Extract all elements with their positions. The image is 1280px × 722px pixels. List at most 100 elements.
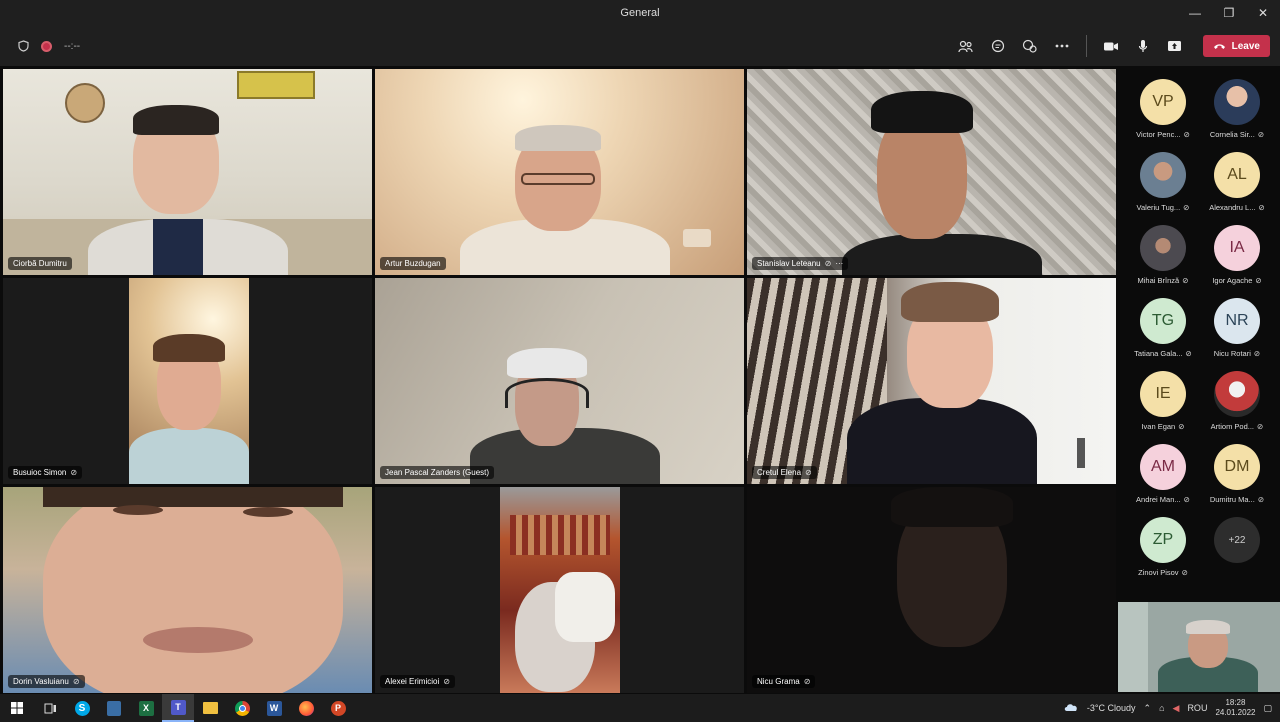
task-view-icon[interactable] [34, 694, 66, 722]
notifications-icon[interactable]: ▢ [1263, 703, 1272, 714]
app-icon[interactable] [98, 694, 130, 722]
self-view[interactable] [1118, 602, 1280, 692]
video-tile[interactable]: Ciorbă Dumitru [3, 69, 372, 275]
volume-muted-icon[interactable]: ◀ [1173, 703, 1180, 714]
roster-participant[interactable]: Mihai Brînză ⊘ [1126, 215, 1200, 287]
skype-icon[interactable]: S [66, 694, 98, 722]
video-tile[interactable]: Nicu Grama ⊘ [747, 487, 1116, 693]
language-indicator[interactable]: ROU [1187, 703, 1207, 713]
camera-icon[interactable] [1095, 30, 1127, 62]
participant-name: Nicu Grama [757, 677, 800, 686]
video-tile[interactable]: Dorin Vasluianu ⊘ [3, 487, 372, 693]
avatar: VP [1140, 79, 1186, 125]
muted-mic-icon: ⊘ [72, 677, 80, 686]
roster-participant[interactable]: VP Victor Penc... ⊘ [1126, 69, 1200, 141]
avatar [1140, 152, 1186, 198]
video-tile[interactable]: Busuioc Simon ⊘ [3, 278, 372, 484]
roster-participant[interactable]: ZP Zinovi Pisov ⊘ [1126, 507, 1200, 579]
video-tile[interactable]: Stanislav Leteanu ⊘ ··· [747, 69, 1116, 275]
muted-mic-icon: ⊘ [1178, 422, 1185, 431]
participant-name-tag: Busuioc Simon ⊘ [8, 466, 83, 479]
video-tile[interactable]: Artur Buzdugan [375, 69, 744, 275]
participant-name-tag: Artur Buzdugan [380, 257, 446, 270]
roster-participant[interactable]: AL Alexandru L... ⊘ [1200, 142, 1274, 214]
title-bar: General — ❐ ✕ [0, 0, 1280, 26]
shield-icon [18, 40, 29, 52]
participant-name: Stanislav Leteanu [757, 259, 821, 268]
avatar: IA [1214, 225, 1260, 271]
system-tray: -3°C Cloudy ⌃ ⌂ ◀ ROU 18:28 24.01.2022 ▢ [1063, 694, 1272, 722]
muted-mic-icon: ⊘ [1183, 203, 1190, 212]
roster-name: Artiom Pod... [1210, 422, 1255, 431]
video-tile[interactable]: Alexei Erimicioi ⊘ [375, 487, 744, 693]
word-icon[interactable]: W [258, 694, 290, 722]
more-participants-count[interactable]: +22 [1214, 517, 1260, 563]
close-button[interactable]: ✕ [1246, 0, 1280, 26]
microphone-icon[interactable] [1127, 30, 1159, 62]
meeting-toolbar: --:-- Leave [0, 26, 1280, 66]
roster-name: Zinovi Pisov [1138, 568, 1179, 577]
roster-name: Igor Agache [1212, 276, 1253, 285]
video-feed [375, 69, 744, 275]
chevron-up-icon[interactable]: ⌃ [1144, 703, 1152, 714]
roster-participant[interactable]: IA Igor Agache ⊘ [1200, 215, 1274, 287]
roster-participant[interactable]: Artiom Pod... ⊘ [1200, 361, 1274, 433]
participant-name: Busuioc Simon [13, 468, 67, 477]
roster-more[interactable]: +22 [1200, 507, 1274, 579]
clock-date: 24.01.2022 [1215, 708, 1256, 717]
video-tile[interactable]: Jean Pascal Zanders (Guest) [375, 278, 744, 484]
minimize-button[interactable]: — [1178, 0, 1212, 26]
participant-name-tag: Stanislav Leteanu ⊘ ··· [752, 257, 849, 270]
avatar [1140, 225, 1186, 271]
cloud-icon [1063, 702, 1079, 714]
excel-icon[interactable]: X [130, 694, 162, 722]
phone-hangup-icon [1213, 43, 1225, 49]
muted-mic-icon: ⊘ [70, 468, 78, 477]
roster-participant[interactable]: Cornelia Sir... ⊘ [1200, 69, 1274, 141]
toolbar-divider [1085, 35, 1087, 57]
maximize-button[interactable]: ❐ [1212, 0, 1246, 26]
roster-participant[interactable]: TG Tatiana Gala... ⊘ [1126, 288, 1200, 360]
file-explorer-icon[interactable] [194, 694, 226, 722]
windows-start-icon[interactable] [0, 694, 34, 722]
video-feed [3, 69, 372, 275]
avatar: AM [1140, 444, 1186, 490]
muted-mic-icon: ⊘ [1257, 495, 1265, 504]
roster-participant[interactable]: DM Dumitru Ma... ⊘ [1200, 434, 1274, 506]
participant-name: Cretul Elena [757, 468, 802, 477]
muted-mic-icon: ⊘ [1183, 495, 1190, 504]
roster-participant[interactable]: Valeriu Tug... ⊘ [1126, 142, 1200, 214]
roster-participant[interactable]: IE Ivan Egan ⊘ [1126, 361, 1200, 433]
roster-name: Mihai Brînză [1137, 276, 1180, 285]
roster-participant[interactable]: NR Nicu Rotari ⊘ [1200, 288, 1274, 360]
video-grid: Ciorbă Dumitru Artur Buzdugan Stanislav … [3, 69, 1117, 693]
muted-mic-icon: ⊘ [1181, 568, 1188, 577]
roster-name: Valeriu Tug... [1136, 203, 1181, 212]
participant-name: Alexei Erimicioi [385, 677, 440, 686]
roster-name: Cornelia Sir... [1209, 130, 1255, 139]
weather-text[interactable]: -3°C Cloudy [1087, 703, 1136, 713]
chat-icon[interactable] [982, 30, 1014, 62]
more-options-icon[interactable] [1046, 30, 1078, 62]
teams-icon[interactable]: T [162, 694, 194, 722]
video-tile[interactable]: Cretul Elena ⊘ [747, 278, 1116, 484]
video-feed [747, 69, 1116, 275]
leave-button[interactable]: Leave [1202, 35, 1270, 57]
participants-icon[interactable] [950, 30, 982, 62]
avatar: DM [1214, 444, 1260, 490]
powerpoint-icon[interactable]: P [322, 694, 354, 722]
participant-name: Ciorbă Dumitru [13, 259, 67, 268]
network-icon[interactable]: ⌂ [1159, 703, 1164, 713]
tile-more-icon[interactable]: ··· [835, 259, 843, 268]
roster-name: Alexandru L... [1209, 203, 1256, 212]
firefox-icon[interactable] [290, 694, 322, 722]
chrome-icon[interactable] [226, 694, 258, 722]
reactions-icon[interactable] [1014, 30, 1046, 62]
share-screen-icon[interactable] [1159, 30, 1191, 62]
avatar: AL [1214, 152, 1260, 198]
avatar [1214, 79, 1260, 125]
roster-name: Andrei Man... [1136, 495, 1181, 504]
roster-name: Nicu Rotari [1213, 349, 1251, 358]
roster-participant[interactable]: AM Andrei Man... ⊘ [1126, 434, 1200, 506]
clock[interactable]: 18:28 24.01.2022 [1215, 698, 1255, 718]
